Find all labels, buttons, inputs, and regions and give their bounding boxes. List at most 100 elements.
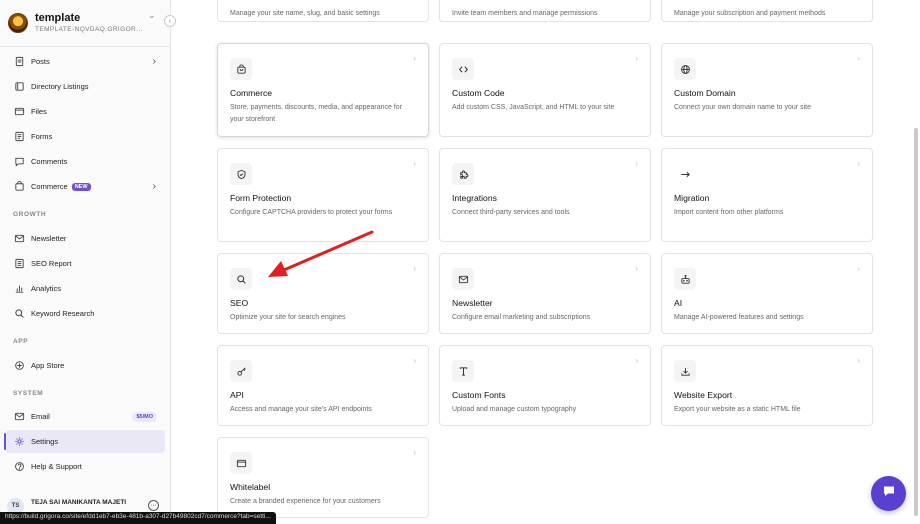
- sidebar-item-analytics[interactable]: Analytics: [5, 277, 165, 300]
- sidebar-item-posts[interactable]: Posts ›: [5, 50, 165, 73]
- sidebar-item-commerce[interactable]: Commerce NEW ›: [5, 175, 165, 198]
- settings-card-api[interactable]: › API Access and manage your site's API …: [217, 345, 429, 426]
- workspace-logo: [8, 13, 28, 33]
- bag-icon: [230, 58, 252, 80]
- settings-card-integrations[interactable]: › Integrations Connect third-party servi…: [439, 148, 651, 242]
- settings-card-form-protection[interactable]: › Form Protection Configure CAPTCHA prov…: [217, 148, 429, 242]
- chevron-right-icon: ›: [413, 356, 416, 365]
- workspace-slug: TEMPLATE-NQVDAQ.GRIGOR...: [35, 25, 143, 33]
- card-title: Custom Code: [452, 88, 505, 98]
- settings-card-seo[interactable]: › SEO Optimize your site for search engi…: [217, 253, 429, 334]
- card-title: Integrations: [452, 193, 497, 203]
- settings-card-billing[interactable]: Manage your subscription and payment met…: [661, 0, 873, 22]
- settings-card-newsletter[interactable]: › Newsletter Configure email marketing a…: [439, 253, 651, 334]
- card-title: Newsletter: [452, 298, 493, 308]
- settings-card-collaborators[interactable]: Invite team members and manage permissio…: [439, 0, 651, 22]
- card-title: Custom Domain: [674, 88, 736, 98]
- settings-card-commerce[interactable]: › Commerce Store, payments, discounts, m…: [217, 43, 429, 137]
- card-description: Manage your site name, slug, and basic s…: [230, 10, 380, 17]
- sidebar-item-comments[interactable]: Comments: [5, 150, 165, 173]
- sidebar-item-keyword-research[interactable]: Keyword Research: [5, 302, 165, 325]
- section-label-system: SYSTEM: [13, 390, 44, 397]
- chevron-right-icon: ›: [857, 264, 860, 273]
- card-description: Upload and manage custom typography: [452, 406, 577, 413]
- chevron-right-icon: ›: [152, 56, 156, 67]
- settings-card-ai[interactable]: › AI Manage AI-powered features and sett…: [661, 253, 873, 334]
- store-icon: [14, 360, 25, 371]
- sidebar-item-label: Keyword Research: [31, 309, 95, 318]
- sidebar-item-app-store[interactable]: App Store: [5, 354, 165, 377]
- settings-card-general[interactable]: Manage your site name, slug, and basic s…: [217, 0, 429, 22]
- section-label-app: APP: [13, 338, 29, 345]
- card-description: Configure CAPTCHA providers to protect y…: [230, 209, 393, 216]
- card-description: Invite team members and manage permissio…: [452, 10, 598, 17]
- settings-card-website-export[interactable]: › Website Export Export your website as …: [661, 345, 873, 426]
- settings-card-whitelabel[interactable]: › Whitelabel Create a branded experience…: [217, 437, 429, 518]
- sidebar: template TEMPLATE-NQVDAQ.GRIGOR... ⌄ Pos…: [0, 0, 171, 524]
- sidebar-item-label: Commerce: [31, 182, 68, 191]
- chevron-right-icon: ›: [857, 356, 860, 365]
- chevron-right-icon: ›: [152, 181, 156, 192]
- book-icon: [14, 81, 25, 92]
- section-label-growth: GROWTH: [13, 211, 47, 218]
- sidebar-item-label: Forms: [31, 132, 53, 141]
- chat-support-button[interactable]: [871, 476, 906, 511]
- card-description: Connect third-party services and tools: [452, 209, 570, 216]
- card-title: Website Export: [674, 390, 733, 400]
- globe-icon: [674, 58, 696, 80]
- settings-card-custom-fonts[interactable]: › Custom Fonts Upload and manage custom …: [439, 345, 651, 426]
- card-description: Optimize your site for search engines: [230, 314, 346, 321]
- card-title: API: [230, 390, 244, 400]
- chevron-down-icon[interactable]: ⌄: [148, 10, 156, 21]
- card-title: SEO: [230, 298, 249, 308]
- sidebar-item-label: Directory Listings: [31, 82, 89, 91]
- collapse-sidebar-button[interactable]: ‹: [164, 15, 176, 27]
- sidebar-item-seo-report[interactable]: SEO Report: [5, 252, 165, 275]
- cart-icon: [14, 181, 25, 192]
- chevron-right-icon: ›: [413, 159, 416, 168]
- comment-icon: [14, 156, 25, 167]
- gear-icon: [14, 436, 25, 447]
- puzzle-icon: [452, 163, 474, 185]
- help-icon: [14, 461, 25, 472]
- shield-icon: [230, 163, 252, 185]
- sidebar-item-label: Comments: [31, 157, 68, 166]
- workspace-switcher[interactable]: template TEMPLATE-NQVDAQ.GRIGOR...: [8, 8, 158, 38]
- key-icon: [230, 360, 252, 382]
- status-bar-url: https://build.grigora.co/site/efdd1eb7-e…: [0, 512, 276, 524]
- sidebar-item-help-support[interactable]: Help & Support: [5, 455, 165, 478]
- sidebar-item-files[interactable]: Files: [5, 100, 165, 123]
- sidebar-item-label: Posts: [31, 57, 50, 66]
- card-title: Form Protection: [230, 193, 292, 203]
- mail-icon: [14, 233, 25, 244]
- sidebar-item-forms[interactable]: Forms: [5, 125, 165, 148]
- card-title: Custom Fonts: [452, 390, 506, 400]
- divider: [0, 46, 171, 47]
- scrollbar[interactable]: [914, 128, 918, 516]
- card-description: Manage your subscription and payment met…: [674, 10, 826, 17]
- sidebar-item-label: App Store: [31, 361, 65, 370]
- sidebar-item-label: Settings: [31, 437, 59, 446]
- mail-icon: [452, 268, 474, 290]
- document-icon: [14, 56, 25, 67]
- settings-card-migration[interactable]: › Migration Import content from other pl…: [661, 148, 873, 242]
- settings-card-custom-domain[interactable]: › Custom Domain Connect your own domain …: [661, 43, 873, 137]
- sidebar-item-label: Analytics: [31, 284, 62, 293]
- card-title: AI: [674, 298, 683, 308]
- sidebar-item-directory-listings[interactable]: Directory Listings: [5, 75, 165, 98]
- sidebar-item-newsletter[interactable]: Newsletter: [5, 227, 165, 250]
- sidebar-item-settings[interactable]: Settings: [4, 430, 165, 453]
- search-icon: [230, 268, 252, 290]
- card-description: Export your website as a static HTML fil…: [674, 406, 801, 413]
- chevron-right-icon: ›: [635, 264, 638, 273]
- sidebar-item-label: Help & Support: [31, 462, 82, 471]
- card-description: Store, payments, discounts, media, and a…: [230, 104, 402, 123]
- chevron-right-icon: ›: [635, 54, 638, 63]
- browser-icon: [230, 452, 252, 474]
- more-icon[interactable]: ⋯: [148, 500, 159, 511]
- card-description: Import content from other platforms: [674, 209, 784, 216]
- card-description: Access and manage your site's API endpoi…: [230, 406, 372, 413]
- settings-card-custom-code[interactable]: › Custom Code Add custom CSS, JavaScript…: [439, 43, 651, 137]
- sidebar-item-email[interactable]: Email $5/MO: [5, 405, 165, 428]
- chevron-right-icon: ›: [413, 448, 416, 457]
